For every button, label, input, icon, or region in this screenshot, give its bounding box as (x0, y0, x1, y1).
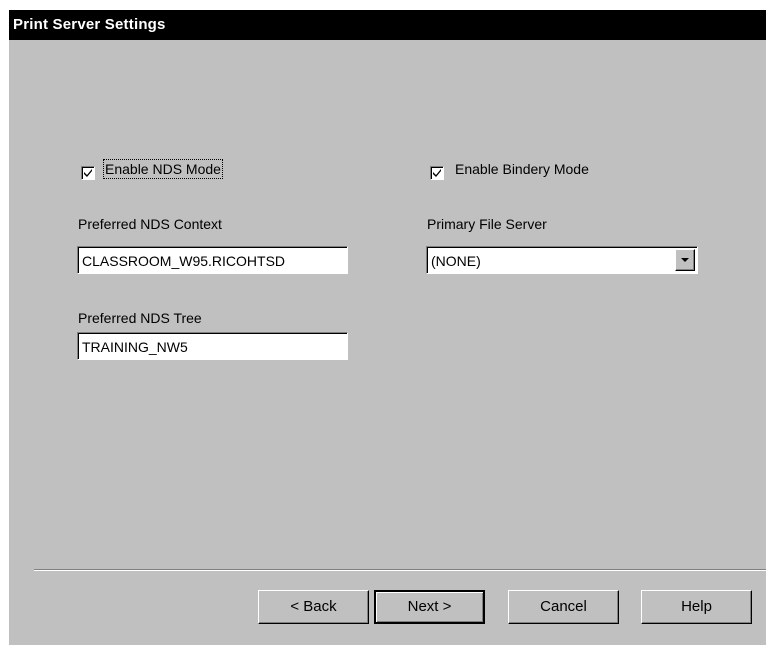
separator (34, 569, 766, 571)
preferred-nds-context-input[interactable]: CLASSROOM_W95.RICOHTSD (77, 246, 348, 274)
enable-bindery-label[interactable]: Enable Bindery Mode (455, 161, 589, 177)
enable-bindery-checkbox[interactable] (430, 166, 444, 180)
next-button[interactable]: Next > (374, 590, 485, 624)
help-button[interactable]: Help (641, 590, 752, 624)
primary-file-server-dropdown[interactable]: (NONE) (426, 246, 698, 274)
chevron-down-icon[interactable] (675, 249, 695, 271)
back-button[interactable]: < Back (258, 590, 369, 624)
print-server-settings-dialog: Print Server Settings Enable NDS Mode Pr… (8, 9, 766, 645)
primary-file-server-label: Primary File Server (427, 216, 547, 232)
preferred-nds-context-label: Preferred NDS Context (78, 216, 222, 232)
preferred-nds-tree-input[interactable]: TRAINING_NW5 (77, 332, 348, 360)
title-bar: Print Server Settings (9, 10, 766, 40)
primary-file-server-value: (NONE) (431, 253, 481, 269)
checkmark-icon (84, 169, 92, 177)
checkmark-icon (433, 169, 441, 177)
preferred-nds-context-value: CLASSROOM_W95.RICOHTSD (82, 253, 286, 269)
cancel-button[interactable]: Cancel (508, 590, 619, 624)
preferred-nds-tree-label: Preferred NDS Tree (78, 310, 202, 326)
preferred-nds-tree-value: TRAINING_NW5 (82, 339, 188, 355)
enable-nds-checkbox[interactable] (81, 166, 95, 180)
enable-nds-label[interactable]: Enable NDS Mode (103, 159, 223, 179)
dialog-title: Print Server Settings (13, 16, 166, 33)
